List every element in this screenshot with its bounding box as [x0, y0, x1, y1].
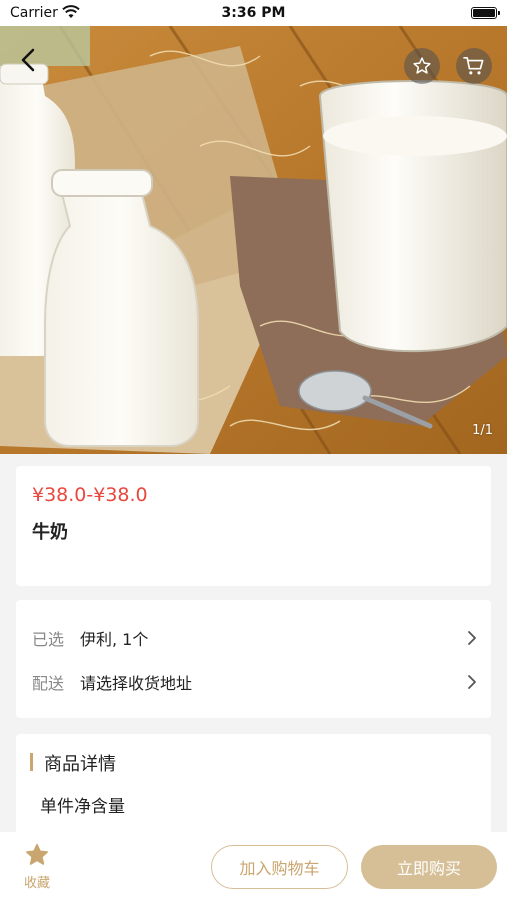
collect-label: 收藏: [23, 876, 50, 891]
buy-now-button[interactable]: 立即购买: [361, 845, 497, 889]
image-pager: 1/1: [472, 423, 493, 438]
detail-title: 商品详情: [44, 754, 116, 775]
back-button[interactable]: [10, 42, 46, 78]
delivery-label: 配送: [32, 674, 65, 693]
chevron-right-icon: [468, 675, 476, 689]
back-icon: [21, 48, 35, 72]
selected-label: 已选: [32, 630, 65, 649]
battery-icon: [471, 7, 500, 19]
price-range: ¥38.0-¥38.0: [32, 484, 148, 506]
delivery-value: 请选择收货地址: [80, 674, 193, 693]
section-accent-bar: [30, 753, 33, 771]
cart-button[interactable]: [456, 48, 492, 84]
price-card: ¥38.0-¥38.0 牛奶: [16, 466, 491, 586]
status-time: 3:36 PM: [221, 5, 286, 21]
cart-icon: [463, 57, 484, 75]
add-to-cart-button[interactable]: 加入购物车: [211, 845, 348, 889]
product-image-carousel[interactable]: 1/1: [0, 26, 507, 454]
collect-button[interactable]: 收藏: [12, 840, 62, 892]
bottom-action-bar: 收藏 加入购物车 立即购买: [0, 832, 507, 900]
product-detail-card: 商品详情 单件净含量: [16, 734, 491, 844]
product-photo: [0, 26, 507, 454]
selected-value: 伊利, 1个: [80, 630, 149, 649]
star-icon: [413, 57, 431, 74]
selected-spec-row[interactable]: 已选 伊利, 1个: [16, 618, 491, 658]
product-name: 牛奶: [32, 522, 68, 543]
delivery-row[interactable]: 配送 请选择收货地址: [16, 662, 491, 702]
status-bar: Carrier 3:36 PM: [0, 0, 507, 26]
star-icon: [26, 843, 48, 865]
favorite-button[interactable]: [404, 48, 440, 84]
options-card: 已选 伊利, 1个 配送 请选择收货地址: [16, 600, 491, 718]
detail-subtitle: 单件净含量: [40, 797, 125, 817]
chevron-right-icon: [468, 631, 476, 645]
